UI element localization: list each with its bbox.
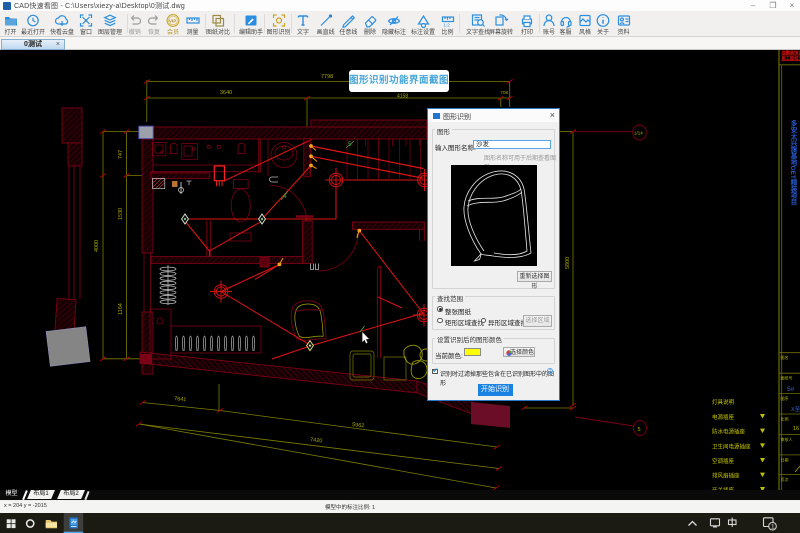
svg-text:图纸号: 图纸号 (781, 375, 793, 381)
svg-text:1: 1 (771, 523, 775, 530)
svg-text:空调插座: 空调插座 (712, 457, 735, 465)
svg-text:747: 747 (118, 150, 124, 159)
svg-text:图名: 图名 (781, 354, 789, 360)
svg-text:页次: 页次 (781, 476, 789, 482)
svg-text:3640: 3640 (220, 90, 232, 96)
svg-text:灯具说明: 灯具说明 (712, 398, 735, 406)
svg-text:排风扇插座: 排风扇插座 (712, 472, 740, 480)
svg-text:X至: X至 (791, 406, 800, 413)
svg-text:卫生间电源插座: 卫生间电源插座 (712, 442, 751, 450)
svg-text:1530: 1530 (118, 208, 124, 220)
svg-text:图序: 图序 (781, 395, 789, 401)
svg-text:7641: 7641 (174, 396, 187, 403)
svg-text:VIP: VIP (169, 18, 176, 23)
svg-text:16: 16 (793, 426, 799, 432)
svg-text:电源插座: 电源插座 (712, 413, 735, 421)
svg-text:5#: 5# (787, 386, 795, 393)
svg-text:日期: 日期 (781, 456, 789, 462)
svg-text:4158: 4158 (397, 94, 408, 100)
svg-text:1/14: 1/14 (634, 131, 643, 136)
svg-text:1164: 1164 (118, 303, 124, 315)
svg-text:7798: 7798 (321, 74, 333, 80)
svg-text:4000: 4000 (94, 240, 100, 252)
svg-text:比例: 比例 (781, 416, 789, 422)
svg-text:防水电源插座: 防水电源插座 (712, 428, 746, 436)
svg-text:审核人: 审核人 (781, 436, 793, 442)
svg-text:5: 5 (638, 427, 641, 433)
svg-text:5800: 5800 (565, 257, 571, 269)
svg-text:708: 708 (501, 90, 509, 95)
